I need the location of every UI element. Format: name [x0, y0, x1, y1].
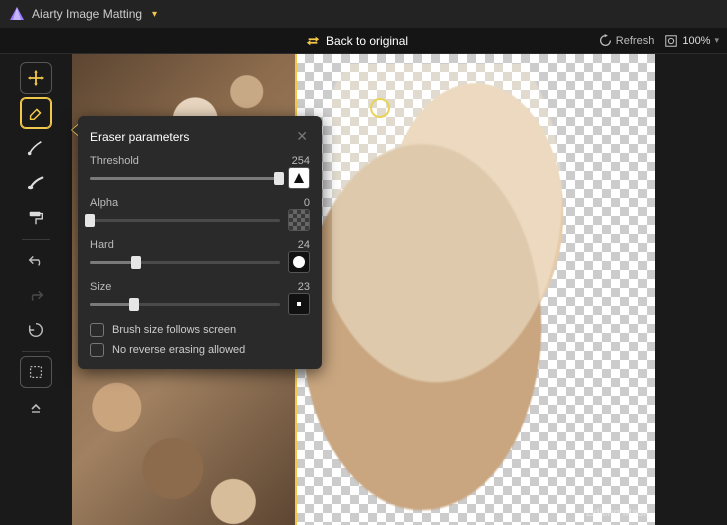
refresh-button[interactable]: Refresh	[599, 34, 655, 47]
zoom-control[interactable]: 100% ▾	[664, 34, 719, 48]
size-slider[interactable]	[90, 296, 280, 312]
alpha-slider[interactable]	[90, 212, 280, 228]
size-value: 23	[298, 281, 310, 293]
alpha-row: Alpha 0	[90, 197, 310, 231]
brush-edge-tool-button[interactable]	[20, 132, 52, 164]
threshold-label: Threshold	[90, 155, 139, 167]
move-icon	[27, 69, 45, 87]
zoom-icon	[664, 34, 678, 48]
tool-sidebar	[0, 54, 72, 525]
status-mode-label: Editing Mask	[586, 507, 649, 519]
title-dropdown-icon[interactable]: ▾	[152, 9, 157, 20]
app-title: Aiarty Image Matting	[32, 7, 142, 21]
revert-button[interactable]	[20, 314, 52, 346]
back-to-original-label: Back to original	[326, 34, 408, 48]
eraser-tool-button[interactable]	[20, 97, 52, 129]
panel-title: Eraser parameters	[90, 130, 189, 144]
alpha-value: 0	[304, 197, 310, 209]
alpha-preview-icon[interactable]	[288, 209, 310, 231]
panel-pointer-icon	[71, 124, 78, 136]
app-logo-icon	[8, 5, 26, 23]
size-preview-icon[interactable]	[288, 293, 310, 315]
top-toolbar: Back to original Refresh 100% ▾	[0, 28, 727, 54]
refresh-label: Refresh	[616, 35, 655, 47]
brush-fill-tool-button[interactable]	[20, 167, 52, 199]
hard-label: Hard	[90, 239, 114, 251]
tool-separator	[22, 351, 50, 352]
redo-icon	[27, 286, 45, 304]
eraser-icon	[27, 104, 45, 122]
workspace: Editing Mask	[0, 54, 727, 525]
alpha-label: Alpha	[90, 197, 118, 209]
follow-screen-checkbox[interactable]	[90, 323, 104, 337]
redo-button[interactable]	[20, 279, 52, 311]
brush-cursor-icon	[370, 98, 390, 118]
undo-button[interactable]	[20, 244, 52, 276]
collapse-icon	[29, 400, 43, 414]
revert-icon	[27, 321, 45, 339]
chevron-down-icon: ▾	[714, 35, 719, 46]
marquee-icon	[27, 363, 45, 381]
hard-preview-icon[interactable]	[288, 251, 310, 273]
threshold-value: 254	[292, 155, 310, 167]
refresh-icon	[599, 34, 612, 47]
threshold-preview-icon[interactable]	[288, 167, 310, 189]
undo-icon	[27, 251, 45, 269]
tool-separator	[22, 239, 50, 240]
threshold-row: Threshold 254	[90, 155, 310, 189]
eraser-parameters-panel: Eraser parameters ✕ Threshold 254 Alpha …	[78, 116, 322, 369]
zoom-value: 100%	[682, 35, 710, 47]
threshold-slider[interactable]	[90, 170, 280, 186]
no-reverse-row: No reverse erasing allowed	[90, 343, 310, 357]
right-gutter	[655, 54, 727, 525]
hard-slider[interactable]	[90, 254, 280, 270]
follow-screen-label: Brush size follows screen	[112, 324, 236, 336]
size-row: Size 23	[90, 281, 310, 315]
no-reverse-checkbox[interactable]	[90, 343, 104, 357]
move-tool-button[interactable]	[20, 62, 52, 94]
swap-icon	[306, 34, 320, 48]
brush-edge-icon	[27, 139, 45, 157]
hard-row: Hard 24	[90, 239, 310, 273]
follow-screen-row: Brush size follows screen	[90, 323, 310, 337]
hard-value: 24	[298, 239, 310, 251]
veil-overlay	[332, 64, 592, 504]
brush-fill-icon	[27, 174, 45, 192]
close-panel-button[interactable]: ✕	[294, 126, 310, 147]
no-reverse-label: No reverse erasing allowed	[112, 344, 245, 356]
size-label: Size	[90, 281, 111, 293]
back-to-original-button[interactable]: Back to original	[306, 34, 408, 48]
roller-tool-button[interactable]	[20, 202, 52, 234]
collapse-sidebar-button[interactable]	[20, 391, 52, 423]
title-bar: Aiarty Image Matting ▾	[0, 0, 727, 28]
marquee-tool-button[interactable]	[20, 356, 52, 388]
roller-icon	[27, 209, 45, 227]
